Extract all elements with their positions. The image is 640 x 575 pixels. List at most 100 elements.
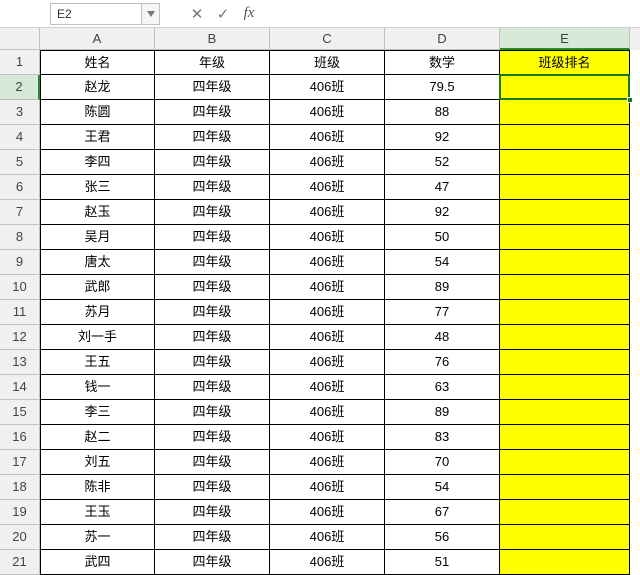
cell-C13[interactable]: 406班 <box>270 350 385 375</box>
row-header-17[interactable]: 17 <box>0 450 40 475</box>
cell-C17[interactable]: 406班 <box>270 450 385 475</box>
cell-A20[interactable]: 苏一 <box>40 525 155 550</box>
row-header-19[interactable]: 19 <box>0 500 40 525</box>
cell-A15[interactable]: 李三 <box>40 400 155 425</box>
cell-B14[interactable]: 四年级 <box>155 375 270 400</box>
cell-B21[interactable]: 四年级 <box>155 550 270 575</box>
cell-A13[interactable]: 王五 <box>40 350 155 375</box>
cell-E14[interactable] <box>500 375 630 400</box>
cell-B6[interactable]: 四年级 <box>155 175 270 200</box>
cell-B10[interactable]: 四年级 <box>155 275 270 300</box>
name-box[interactable]: E2 <box>50 3 142 25</box>
cell-B4[interactable]: 四年级 <box>155 125 270 150</box>
cell-D17[interactable]: 70 <box>385 450 500 475</box>
cell-E5[interactable] <box>500 150 630 175</box>
cell-C4[interactable]: 406班 <box>270 125 385 150</box>
cell-D6[interactable]: 47 <box>385 175 500 200</box>
cell-B2[interactable]: 四年级 <box>155 75 270 100</box>
cell-B17[interactable]: 四年级 <box>155 450 270 475</box>
row-header-21[interactable]: 21 <box>0 550 40 575</box>
formula-input[interactable] <box>262 3 640 25</box>
cell-A14[interactable]: 钱一 <box>40 375 155 400</box>
cell-A19[interactable]: 王玉 <box>40 500 155 525</box>
cell-B12[interactable]: 四年级 <box>155 325 270 350</box>
fill-handle[interactable] <box>627 97 633 103</box>
cell-C20[interactable]: 406班 <box>270 525 385 550</box>
cell-A12[interactable]: 刘一手 <box>40 325 155 350</box>
cell-A9[interactable]: 唐太 <box>40 250 155 275</box>
cancel-button[interactable]: ✕ <box>184 3 210 25</box>
cell-D16[interactable]: 83 <box>385 425 500 450</box>
row-header-1[interactable]: 1 <box>0 50 40 75</box>
cell-B13[interactable]: 四年级 <box>155 350 270 375</box>
cell-C5[interactable]: 406班 <box>270 150 385 175</box>
cell-B19[interactable]: 四年级 <box>155 500 270 525</box>
row-header-4[interactable]: 4 <box>0 125 40 150</box>
cell-A1[interactable]: 姓名 <box>40 50 155 75</box>
row-header-5[interactable]: 5 <box>0 150 40 175</box>
accept-button[interactable]: ✓ <box>210 3 236 25</box>
cell-D12[interactable]: 48 <box>385 325 500 350</box>
cell-A17[interactable]: 刘五 <box>40 450 155 475</box>
cell-B8[interactable]: 四年级 <box>155 225 270 250</box>
cell-D18[interactable]: 54 <box>385 475 500 500</box>
row-header-7[interactable]: 7 <box>0 200 40 225</box>
cell-E15[interactable] <box>500 400 630 425</box>
cell-A2[interactable]: 赵龙 <box>40 75 155 100</box>
cell-A16[interactable]: 赵二 <box>40 425 155 450</box>
row-header-13[interactable]: 13 <box>0 350 40 375</box>
cell-E16[interactable] <box>500 425 630 450</box>
cell-D5[interactable]: 52 <box>385 150 500 175</box>
row-header-14[interactable]: 14 <box>0 375 40 400</box>
col-header-E[interactable]: E <box>500 28 630 50</box>
cell-D4[interactable]: 92 <box>385 125 500 150</box>
cell-E13[interactable] <box>500 350 630 375</box>
cell-D19[interactable]: 67 <box>385 500 500 525</box>
cell-E4[interactable] <box>500 125 630 150</box>
cell-D2[interactable]: 79.5 <box>385 75 500 100</box>
cell-D20[interactable]: 56 <box>385 525 500 550</box>
cell-C10[interactable]: 406班 <box>270 275 385 300</box>
cell-C15[interactable]: 406班 <box>270 400 385 425</box>
cell-D3[interactable]: 88 <box>385 100 500 125</box>
cell-D1[interactable]: 数学 <box>385 50 500 75</box>
cell-C8[interactable]: 406班 <box>270 225 385 250</box>
cell-E21[interactable] <box>500 550 630 575</box>
name-box-dropdown[interactable] <box>142 3 160 25</box>
cell-C7[interactable]: 406班 <box>270 200 385 225</box>
cell-E1[interactable]: 班级排名 <box>500 50 630 75</box>
row-header-12[interactable]: 12 <box>0 325 40 350</box>
cell-A21[interactable]: 武四 <box>40 550 155 575</box>
cell-C6[interactable]: 406班 <box>270 175 385 200</box>
col-header-A[interactable]: A <box>40 28 155 50</box>
cell-C2[interactable]: 406班 <box>270 75 385 100</box>
cell-C19[interactable]: 406班 <box>270 500 385 525</box>
cell-D15[interactable]: 89 <box>385 400 500 425</box>
cell-E6[interactable] <box>500 175 630 200</box>
cell-E2[interactable] <box>500 75 630 100</box>
cell-B5[interactable]: 四年级 <box>155 150 270 175</box>
cell-C12[interactable]: 406班 <box>270 325 385 350</box>
cell-C11[interactable]: 406班 <box>270 300 385 325</box>
cell-E18[interactable] <box>500 475 630 500</box>
row-header-10[interactable]: 10 <box>0 275 40 300</box>
cell-E19[interactable] <box>500 500 630 525</box>
cell-D13[interactable]: 76 <box>385 350 500 375</box>
row-header-2[interactable]: 2 <box>0 75 40 100</box>
cell-C9[interactable]: 406班 <box>270 250 385 275</box>
cell-A5[interactable]: 李四 <box>40 150 155 175</box>
cell-A10[interactable]: 武郎 <box>40 275 155 300</box>
cell-D8[interactable]: 50 <box>385 225 500 250</box>
col-header-C[interactable]: C <box>270 28 385 50</box>
cell-B18[interactable]: 四年级 <box>155 475 270 500</box>
cell-A6[interactable]: 张三 <box>40 175 155 200</box>
cell-E11[interactable] <box>500 300 630 325</box>
cell-E10[interactable] <box>500 275 630 300</box>
col-header-D[interactable]: D <box>385 28 500 50</box>
cell-B20[interactable]: 四年级 <box>155 525 270 550</box>
cell-E20[interactable] <box>500 525 630 550</box>
row-header-15[interactable]: 15 <box>0 400 40 425</box>
cell-E3[interactable] <box>500 100 630 125</box>
row-header-6[interactable]: 6 <box>0 175 40 200</box>
cell-A3[interactable]: 陈圆 <box>40 100 155 125</box>
